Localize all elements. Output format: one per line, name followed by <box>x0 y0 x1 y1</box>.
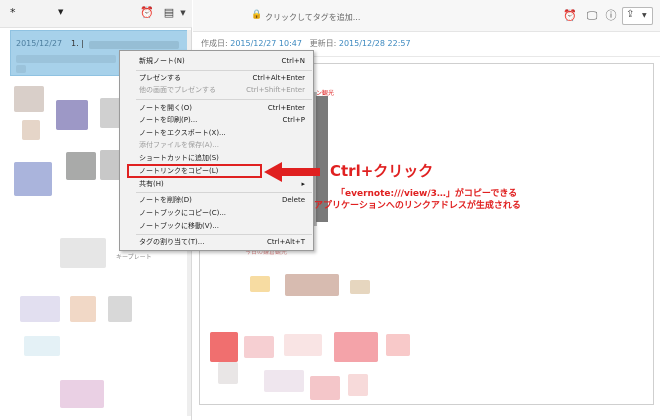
body-image <box>334 332 378 362</box>
blurred-note-text: キープレート <box>116 254 152 261</box>
alarm-icon[interactable]: ⏰ <box>562 8 578 24</box>
scope-selector[interactable]: * <box>10 6 16 19</box>
menu-separator <box>136 192 312 193</box>
view-options-icon[interactable]: ▤ <box>162 6 176 20</box>
chevron-down-icon[interactable]: ▼ <box>58 8 63 16</box>
note-metadata: 作成日: 2015/12/27 10:47 更新日: 2015/12/28 22… <box>201 38 411 49</box>
note-thumbnail[interactable] <box>60 380 104 408</box>
note-thumbnail[interactable] <box>60 238 106 268</box>
tag-input[interactable]: クリックしてタグを追加... <box>265 12 360 23</box>
info-icon[interactable]: ⓘ <box>603 8 619 24</box>
body-image <box>218 362 238 384</box>
menu-item-print-note[interactable]: ノートを印刷(P)... Ctrl+P <box>121 114 313 126</box>
updated-value: 2015/12/28 22:57 <box>338 39 411 48</box>
body-image <box>350 280 370 294</box>
created-value: 2015/12/27 10:47 <box>230 39 302 48</box>
context-menu: 新規ノート(N) Ctrl+N プレゼンする Ctrl+Alt+Enter 他の画面… <box>119 50 314 251</box>
note-thumbnail[interactable] <box>24 336 60 356</box>
note-thumbnail[interactable] <box>70 296 96 322</box>
body-image <box>244 336 274 358</box>
blurred-snippet <box>16 65 26 73</box>
body-image <box>285 274 339 296</box>
menu-item-open-note[interactable]: ノートを開く(O) Ctrl+Enter <box>121 102 313 114</box>
share-icon: ⇪ <box>626 9 635 20</box>
menu-item-move-to-notebook[interactable]: ノートブックに移動(V)... <box>121 220 313 232</box>
body-image <box>284 334 322 356</box>
body-image <box>348 374 368 396</box>
created-label: 作成日: <box>201 39 228 48</box>
menu-item-assign-tags[interactable]: タグの割り当て(T)... Ctrl+Alt+T <box>121 236 313 248</box>
note-thumbnail[interactable] <box>56 100 88 130</box>
share-button[interactable]: ⇪ ▼ <box>622 7 653 25</box>
presentation-icon[interactable]: 🖵 <box>584 8 600 24</box>
menu-item-new-note[interactable]: 新規ノート(N) Ctrl+N <box>121 55 313 67</box>
blurred-snippet <box>16 55 116 63</box>
body-image <box>210 332 238 362</box>
note-thumbnail[interactable] <box>20 296 60 322</box>
note-thumbnail[interactable] <box>22 120 40 140</box>
note-editor-toolbar: 🔒 クリックしてタグを追加... ⏰ 🖵 ⓘ ⇪ ▼ <box>193 0 660 32</box>
highlight-box <box>127 164 262 178</box>
menu-item-delete-note[interactable]: ノートを削除(D) Delete <box>121 194 313 206</box>
note-thumbnail[interactable] <box>108 296 132 322</box>
menu-item-export-note[interactable]: ノートをエクスポート(X)... <box>121 127 313 139</box>
body-image <box>310 376 340 400</box>
tag-icon: 🔒 <box>251 10 263 20</box>
view-options-caret-icon[interactable]: ▼ <box>176 6 190 20</box>
menu-item-save-attachments[interactable]: 添付ファイルを保存(A)... <box>121 139 313 151</box>
body-image <box>264 370 304 392</box>
note-thumbnail[interactable] <box>14 86 44 112</box>
callout-title: Ctrl+クリック <box>330 162 434 180</box>
chevron-down-icon[interactable]: ▼ <box>642 12 647 19</box>
menu-separator <box>136 234 312 235</box>
arrow-icon <box>264 162 320 182</box>
menu-item-present-other-screen[interactable]: 他の画面でプレゼンする Ctrl+Shift+Enter <box>121 84 313 96</box>
menu-separator <box>136 99 312 100</box>
callout-description-line-2: アプリケーションへのリンクアドレスが生成される <box>314 201 521 211</box>
menu-separator <box>136 70 312 71</box>
note-list-toolbar: * ▼ ⏰ ▤ ▼ <box>0 0 192 28</box>
blurred-title <box>89 41 179 49</box>
note-thumbnail[interactable] <box>66 152 96 180</box>
note-title: 1. | <box>71 39 84 48</box>
reminder-icon[interactable]: ⏰ <box>140 6 154 20</box>
note-date: 2015/12/27 <box>16 39 63 48</box>
menu-item-present[interactable]: プレゼンする Ctrl+Alt+Enter <box>121 72 313 84</box>
menu-item-copy-to-notebook[interactable]: ノートブックにコピー(C)... <box>121 207 313 219</box>
updated-label: 更新日: <box>309 39 337 48</box>
body-image <box>250 276 270 292</box>
body-image <box>386 334 410 356</box>
note-thumbnail[interactable] <box>14 162 52 196</box>
